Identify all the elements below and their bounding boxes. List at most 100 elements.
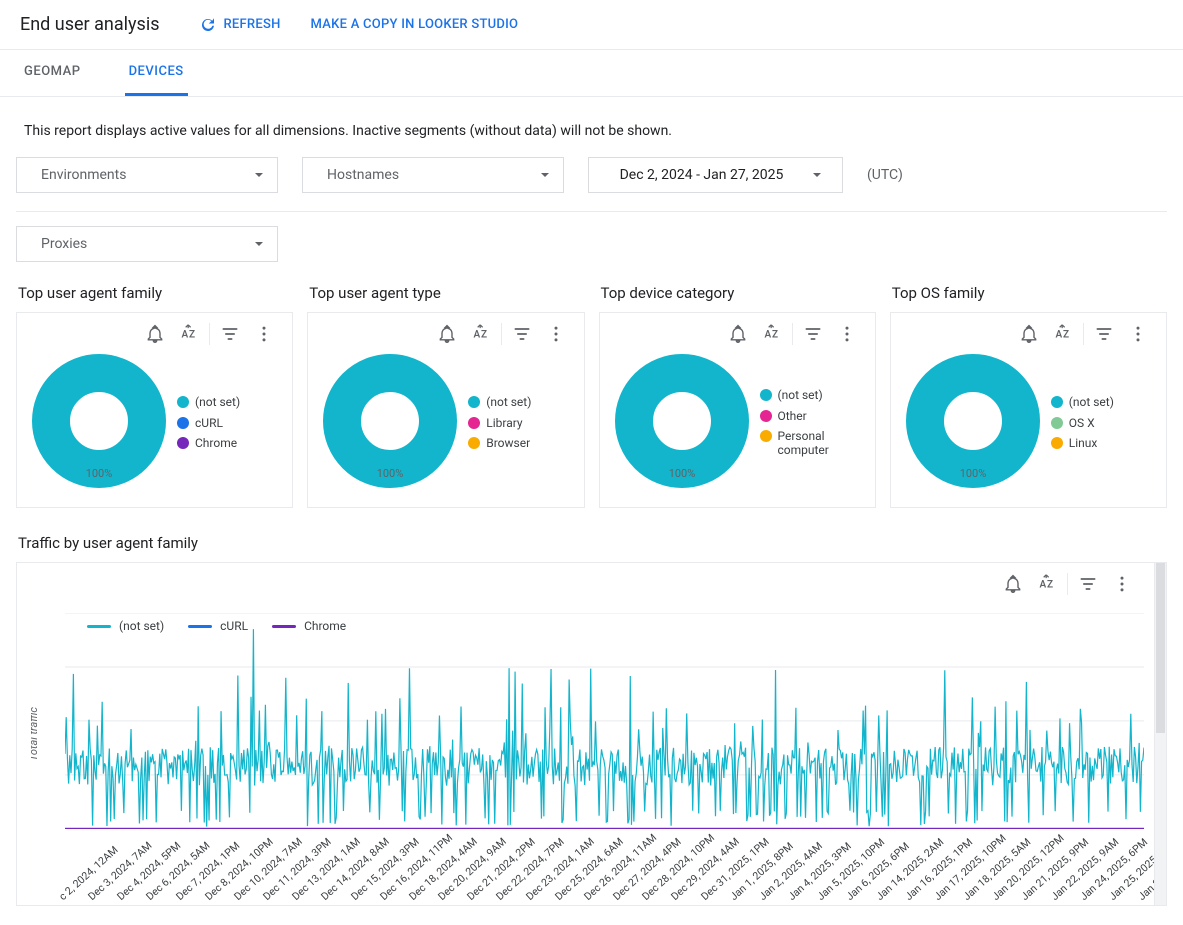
legend-item: (not set) — [177, 395, 240, 409]
filter-icon[interactable] — [803, 324, 823, 344]
filter-icon[interactable] — [1078, 574, 1098, 594]
refresh-button[interactable]: REFRESH — [199, 16, 280, 34]
more-vert-icon[interactable] — [546, 324, 566, 344]
alert-icon[interactable] — [1003, 574, 1023, 594]
report-body: This report displays active values for a… — [0, 97, 1183, 924]
legend-label: Other — [778, 409, 807, 423]
divider — [16, 211, 1167, 212]
legend-swatch — [1051, 437, 1063, 449]
legend-swatch — [468, 437, 480, 449]
alert-icon[interactable] — [1019, 324, 1039, 344]
chevron-down-icon — [255, 242, 263, 246]
svg-text:Total traffic: Total traffic — [31, 707, 40, 761]
page-title: End user analysis — [20, 14, 159, 35]
date-range-select[interactable]: Dec 2, 2024 - Jan 27, 2025 — [588, 157, 843, 193]
legend-item: (not set) — [1051, 395, 1114, 409]
donut-chart: 100% — [903, 353, 1043, 493]
vertical-scrollbar-thumb[interactable] — [1156, 563, 1165, 733]
legend-label: Personal computer — [778, 429, 865, 458]
donut-column: Top user agent type AZ 100% (not set) — [307, 276, 584, 508]
donut-column: Top device category AZ 100% (not set) — [599, 276, 876, 508]
refresh-icon — [199, 16, 217, 34]
card-toolbar: AZ — [23, 319, 286, 349]
legend-swatch — [760, 389, 772, 401]
more-vert-icon[interactable] — [254, 324, 274, 344]
alert-icon[interactable] — [728, 324, 748, 344]
donut-title: Top user agent type — [309, 284, 584, 302]
legend-item: Personal computer — [760, 429, 865, 458]
card-toolbar: AZ — [606, 319, 869, 349]
donut-card: AZ 100% (not set) Library Browser — [307, 312, 584, 508]
legend-item: Linux — [1051, 436, 1114, 450]
sort-az-icon[interactable]: AZ — [1037, 574, 1057, 594]
filter-icon[interactable] — [512, 324, 532, 344]
svg-text:Z: Z — [1063, 329, 1069, 340]
date-range-label: Dec 2, 2024 - Jan 27, 2025 — [620, 167, 784, 183]
sort-az-icon[interactable]: AZ — [179, 324, 199, 344]
donut-percent: 100% — [86, 467, 113, 480]
y-axis-label: Total traffic — [31, 674, 47, 794]
donut-card: AZ 100% (not set) cURL Chrome — [16, 312, 293, 508]
legend-item: (not set) — [468, 395, 531, 409]
tab-bar: GEOMAP DEVICES — [0, 50, 1183, 97]
chevron-down-icon — [541, 173, 549, 177]
donut-title: Top user agent family — [18, 284, 293, 302]
filters-row-2: Proxies — [16, 226, 1167, 276]
legend-label: (not set) — [1069, 395, 1114, 409]
donut-legend: (not set) cURL Chrome — [177, 395, 240, 450]
donut-chart: 100% — [29, 353, 169, 493]
timezone-label: (UTC) — [867, 167, 903, 183]
traffic-plot: 05K10K15K20K — [65, 613, 1144, 829]
hostnames-select[interactable]: Hostnames — [302, 157, 564, 193]
environments-select[interactable]: Environments — [16, 157, 278, 193]
donut-card: AZ 100% (not set) OS X Linux — [890, 312, 1167, 508]
page-header: End user analysis REFRESH MAKE A COPY IN… — [0, 0, 1183, 50]
svg-text:A: A — [182, 329, 189, 340]
alert-icon[interactable] — [145, 324, 165, 344]
legend-item: Browser — [468, 436, 531, 450]
hostnames-label: Hostnames — [327, 167, 399, 183]
legend-label: Chrome — [195, 436, 237, 450]
legend-label: Library — [486, 416, 522, 430]
donut-title: Top OS family — [892, 284, 1167, 302]
make-copy-button[interactable]: MAKE A COPY IN LOOKER STUDIO — [311, 17, 519, 32]
legend-swatch — [760, 410, 772, 422]
legend-label: cURL — [195, 416, 223, 430]
filter-icon[interactable] — [220, 324, 240, 344]
proxies-select[interactable]: Proxies — [16, 226, 278, 262]
sort-az-icon[interactable]: AZ — [1053, 324, 1073, 344]
sort-az-icon[interactable]: AZ — [471, 324, 491, 344]
alert-icon[interactable] — [437, 324, 457, 344]
legend-label: Browser — [486, 436, 530, 450]
traffic-card: AZ (not set) cURL Chrome — [16, 562, 1155, 906]
legend-label: (not set) — [778, 388, 823, 402]
vertical-scrollbar-track[interactable] — [1155, 562, 1167, 906]
legend-label: OS X — [1069, 416, 1095, 430]
card-toolbar: AZ — [314, 319, 577, 349]
legend-item: Library — [468, 416, 531, 430]
legend-label: (not set) — [195, 395, 240, 409]
tab-devices[interactable]: DEVICES — [125, 50, 188, 96]
traffic-title: Traffic by user agent family — [18, 534, 1167, 552]
more-vert-icon[interactable] — [1112, 574, 1132, 594]
more-vert-icon[interactable] — [837, 324, 857, 344]
svg-text:A: A — [1040, 579, 1047, 590]
chevron-down-icon — [813, 173, 821, 177]
legend-item: OS X — [1051, 416, 1114, 430]
svg-text:Z: Z — [772, 329, 778, 340]
legend-swatch — [177, 417, 189, 429]
donut-column: Top OS family AZ 100% (not set) — [890, 276, 1167, 508]
donut-chart: 100% — [320, 353, 460, 493]
legend-swatch — [468, 396, 480, 408]
tab-geomap[interactable]: GEOMAP — [20, 50, 85, 96]
donut-percent: 100% — [668, 467, 695, 480]
filter-icon[interactable] — [1094, 324, 1114, 344]
filters-row-1: Environments Hostnames Dec 2, 2024 - Jan… — [16, 157, 1167, 207]
sort-az-icon[interactable]: AZ — [762, 324, 782, 344]
more-vert-icon[interactable] — [1128, 324, 1148, 344]
legend-swatch — [1051, 417, 1063, 429]
legend-label: (not set) — [486, 395, 531, 409]
chevron-down-icon — [255, 173, 263, 177]
donut-legend: (not set) Library Browser — [468, 395, 531, 450]
refresh-label: REFRESH — [223, 17, 280, 32]
